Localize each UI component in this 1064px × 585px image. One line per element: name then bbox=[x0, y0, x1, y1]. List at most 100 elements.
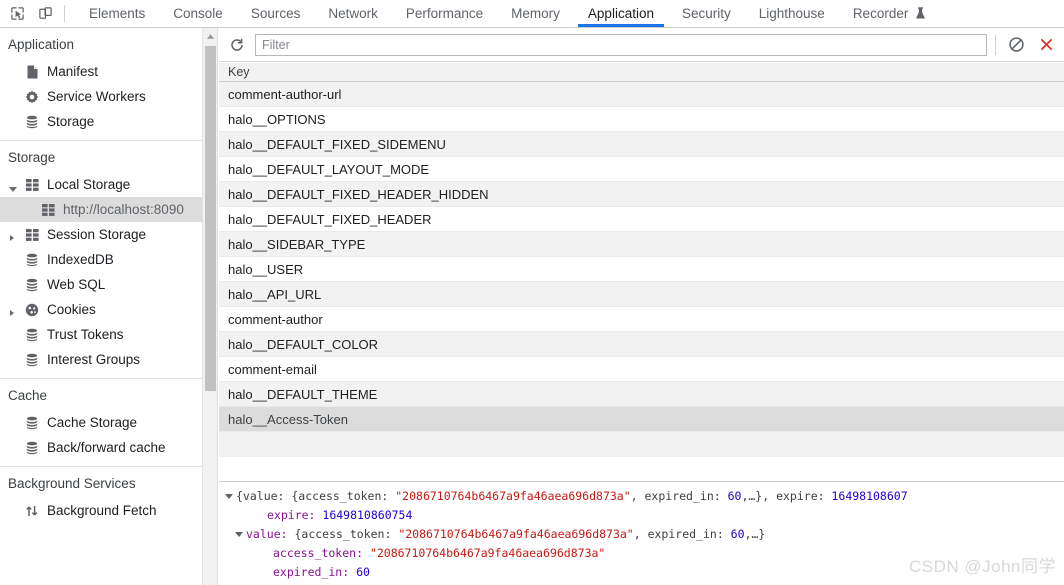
detail-token-prop: expired_in: bbox=[273, 565, 357, 579]
table-row[interactable]: halo__DEFAULT_LAYOUT_MODE bbox=[219, 157, 1064, 182]
sidebar-item-label: Trust Tokens bbox=[47, 327, 124, 342]
table-row[interactable]: halo__API_URL bbox=[219, 282, 1064, 307]
chevron-right-icon[interactable] bbox=[10, 234, 14, 241]
table-cell-key: halo__API_URL bbox=[228, 286, 322, 302]
sidebar-item-web-sql[interactable]: Web SQL bbox=[0, 272, 217, 297]
database-icon bbox=[24, 440, 40, 456]
table-header: Key bbox=[219, 63, 1064, 82]
delete-selected-close-x-icon[interactable] bbox=[1034, 33, 1058, 57]
cookie-icon bbox=[24, 302, 40, 318]
detail-token-pun: ,…}, expire: bbox=[741, 489, 832, 503]
detail-token-num: 60 bbox=[356, 565, 370, 579]
tab-console[interactable]: Console bbox=[159, 0, 237, 27]
application-sidebar: Application Manifest Service Workers Storag… bbox=[0, 28, 218, 585]
sidebar-item-label: Storage bbox=[47, 114, 95, 129]
sidebar-item-manifest[interactable]: Manifest bbox=[0, 59, 217, 84]
detail-token-str: "2086710764b6467a9fa46aea696d873a" bbox=[398, 527, 634, 541]
sidebar-item-label: http://localhost:8090 bbox=[63, 202, 184, 217]
sidebar-scrollbar-thumb[interactable] bbox=[205, 46, 216, 391]
tab-label: Lighthouse bbox=[758, 6, 825, 21]
tab-label: Network bbox=[328, 6, 378, 21]
toolbar-divider bbox=[995, 34, 996, 55]
sidebar-item-local-storage[interactable]: Local Storage bbox=[0, 172, 217, 197]
sidebar-item-label: Cache Storage bbox=[47, 415, 138, 430]
sidebar-item-back-forward-cache[interactable]: Back/forward cache bbox=[0, 435, 217, 460]
detail-token-num: 60 bbox=[730, 527, 745, 541]
sidebar-section-title: Cache bbox=[8, 388, 48, 403]
table-row[interactable]: halo__DEFAULT_COLOR bbox=[219, 332, 1064, 357]
table-row[interactable]: halo__SIDEBAR_TYPE bbox=[219, 232, 1064, 257]
sidebar-item-cache-storage[interactable]: Cache Storage bbox=[0, 410, 217, 435]
table-row[interactable]: comment-author-url bbox=[219, 82, 1064, 107]
sidebar-item-session-storage[interactable]: Session Storage bbox=[0, 222, 217, 247]
tab-security[interactable]: Security bbox=[668, 0, 745, 27]
chevron-down-icon[interactable] bbox=[225, 494, 233, 499]
table-cell-key: halo__DEFAULT_THEME bbox=[228, 386, 378, 402]
table-cell-key: comment-author-url bbox=[228, 86, 342, 102]
table-cell-key: comment-author bbox=[228, 311, 323, 327]
sidebar-item-cookies[interactable]: Cookies bbox=[0, 297, 217, 322]
sidebar-item-storage[interactable]: Storage bbox=[0, 109, 217, 134]
sidebar-item-indexeddb[interactable]: IndexedDB bbox=[0, 247, 217, 272]
table-row[interactable]: halo__USER bbox=[219, 257, 1064, 282]
tab-network[interactable]: Network bbox=[314, 0, 392, 27]
sidebar-item-label: Local Storage bbox=[47, 177, 131, 192]
tab-lighthouse[interactable]: Lighthouse bbox=[745, 0, 839, 27]
tab-performance[interactable]: Performance bbox=[392, 0, 497, 27]
devtools-tabs: Elements Console Sources Network Performance… bbox=[75, 0, 940, 27]
tab-application[interactable]: Application bbox=[574, 0, 668, 27]
table-cell-key: halo__DEFAULT_LAYOUT_MODE bbox=[228, 161, 430, 177]
flask-icon bbox=[915, 7, 926, 20]
chevron-right-icon[interactable] bbox=[10, 309, 14, 316]
tab-sources[interactable]: Sources bbox=[237, 0, 315, 27]
sidebar-sections: Application Manifest Service Workers Storag… bbox=[0, 28, 217, 523]
tab-label: Sources bbox=[250, 6, 301, 21]
detail-token-num: 1649810860754 bbox=[322, 508, 413, 522]
database-icon bbox=[24, 327, 40, 343]
tab-memory[interactable]: Memory bbox=[497, 0, 574, 27]
sidebar-item-background-fetch[interactable]: Background Fetch bbox=[0, 498, 217, 523]
table-row[interactable]: halo__DEFAULT_FIXED_SIDEMENU bbox=[219, 132, 1064, 157]
chevron-down-icon[interactable] bbox=[9, 186, 17, 195]
table-row[interactable]: halo__OPTIONS bbox=[219, 107, 1064, 132]
table-cell-key: halo__DEFAULT_COLOR bbox=[228, 336, 379, 352]
scroll-up-arrow-icon[interactable] bbox=[203, 28, 217, 44]
detail-token-pun: {access_token: bbox=[294, 527, 399, 541]
storage-toolbar bbox=[219, 28, 1064, 62]
inspect-element-icon[interactable] bbox=[6, 3, 28, 25]
database-icon bbox=[24, 415, 40, 431]
detail-line: {value: {access_token: "2086710764b6467a… bbox=[219, 487, 1064, 506]
detail-token-prop: expire: bbox=[267, 508, 323, 522]
sidebar-item-trust-tokens[interactable]: Trust Tokens bbox=[0, 322, 217, 347]
refresh-icon[interactable] bbox=[225, 33, 249, 57]
table-row[interactable]: halo__DEFAULT_FIXED_HEADER_HIDDEN bbox=[219, 182, 1064, 207]
table-row[interactable]: halo__DEFAULT_THEME bbox=[219, 382, 1064, 407]
device-toolbar-icon[interactable] bbox=[34, 3, 56, 25]
sidebar-item-label: Background Fetch bbox=[47, 503, 157, 518]
sidebar-item-label: Interest Groups bbox=[47, 352, 141, 367]
sidebar-item-http-localhost-8090[interactable]: http://localhost:8090 bbox=[0, 197, 217, 222]
sidebar-item-service-workers[interactable]: Service Workers bbox=[0, 84, 217, 109]
detail-line: expired_in: 60 bbox=[219, 563, 1064, 582]
database-icon bbox=[24, 252, 40, 268]
tab-elements[interactable]: Elements bbox=[75, 0, 159, 27]
chevron-down-icon[interactable] bbox=[235, 532, 243, 537]
table-grid-icon bbox=[24, 177, 40, 193]
sidebar-item-interest-groups[interactable]: Interest Groups bbox=[0, 347, 217, 372]
table-row[interactable]: halo__DEFAULT_FIXED_HEADER bbox=[219, 207, 1064, 232]
filter-input[interactable] bbox=[255, 33, 987, 56]
tab-recorder[interactable]: Recorder bbox=[839, 0, 941, 27]
database-icon bbox=[24, 352, 40, 368]
table-cell-key: halo__DEFAULT_FIXED_HEADER_HIDDEN bbox=[228, 186, 489, 202]
detail-token-pun: ,…} bbox=[744, 527, 766, 541]
clear-all-icon[interactable] bbox=[1004, 33, 1028, 57]
table-row[interactable]: halo__Access-Token bbox=[219, 407, 1064, 432]
sidebar-item-label: Session Storage bbox=[47, 227, 147, 242]
table-row[interactable]: comment-email bbox=[219, 357, 1064, 382]
tab-label: Performance bbox=[405, 6, 484, 21]
tab-label: Console bbox=[173, 6, 223, 21]
table-row[interactable]: comment-author bbox=[219, 307, 1064, 332]
detail-line: value: {access_token: "2086710764b6467a9… bbox=[219, 525, 1064, 544]
sidebar-item-label: Back/forward cache bbox=[47, 440, 166, 455]
sidebar-scrollbar[interactable] bbox=[202, 28, 217, 585]
